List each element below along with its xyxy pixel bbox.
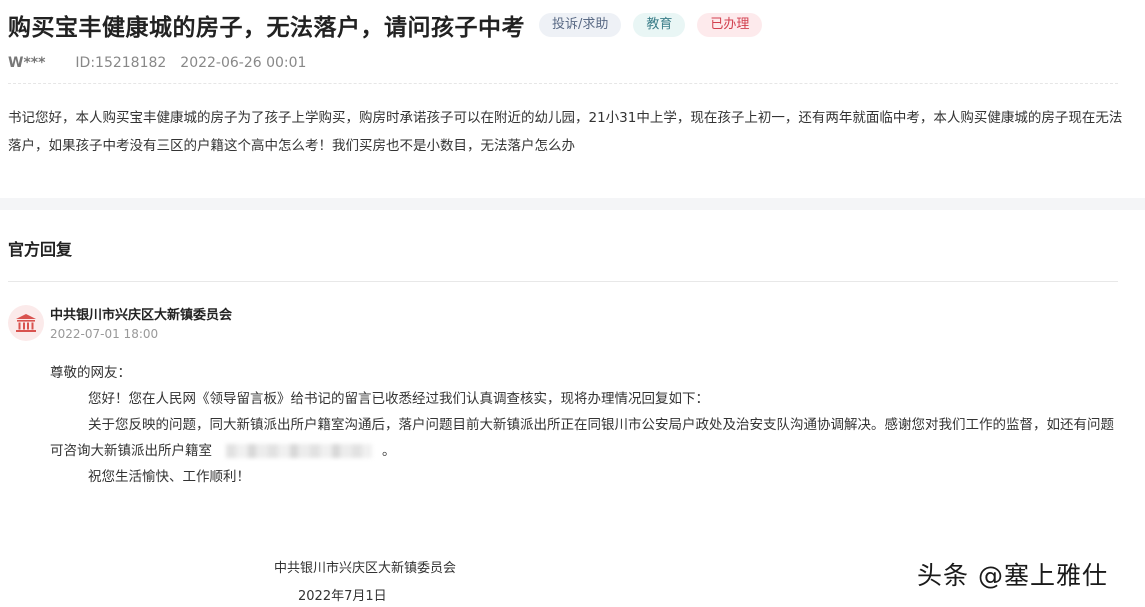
- signature-date: 2022年7月1日: [298, 589, 387, 604]
- section-separator: [0, 198, 1145, 210]
- government-building-icon: [16, 314, 36, 332]
- post-user: W***: [8, 55, 46, 71]
- org-avatar: [8, 305, 44, 341]
- divider: [8, 83, 1118, 84]
- reply-closing: 祝您生活愉快、工作顺利！: [88, 469, 250, 485]
- watermark: 头条 @塞上雅仕: [917, 561, 1108, 590]
- reply-org-name: 中共银川市兴庆区大新镇委员会: [50, 308, 233, 323]
- post-meta: W*** ID:15218182 2022-06-26 00:01: [8, 55, 306, 71]
- post-content: 书记您好，本人购买宝丰健康城的房子为了孩子上学购买，购房时承诺孩子可以在附近的幼…: [8, 110, 1123, 154]
- signature-org: 中共银川市兴庆区大新镇委员会: [274, 561, 457, 576]
- title-row: 购买宝丰健康城的房子，无法落户，请问孩子中考 投诉/求助 教育 已办理: [8, 8, 763, 42]
- reply-body: 尊敬的网友： 您好！您在人民网《领导留言板》给书记的留言已收悉经过我们认真调查核…: [50, 360, 1122, 490]
- divider: [8, 281, 1118, 282]
- post-date: 2022-06-26 00:01: [180, 55, 307, 71]
- post-id: ID:15218182: [75, 55, 167, 71]
- redacted-phone: [226, 444, 372, 458]
- category-tag[interactable]: 教育: [633, 13, 686, 37]
- post-title: 购买宝丰健康城的房子，无法落户，请问孩子中考: [8, 15, 525, 41]
- reply-date: 2022-07-01 18:00: [50, 327, 159, 341]
- reply-greeting: 尊敬的网友：: [50, 365, 131, 381]
- status-badge: 已办理: [697, 13, 763, 37]
- reply-paragraph: 关于您反映的问题，同大新镇派出所户籍室沟通后，落户问题目前大新镇派出所正在同银川…: [50, 417, 1114, 459]
- type-tag[interactable]: 投诉/求助: [539, 13, 622, 37]
- reply-section-title: 官方回复: [8, 240, 73, 259]
- reply-paragraph: 您好！您在人民网《领导留言板》给书记的留言已收悉经过我们认真调查核实，现将办理情…: [88, 391, 709, 407]
- reply-paragraph-text: 关于您反映的问题，同大新镇派出所户籍室沟通后，落户问题目前大新镇派出所正在同银川…: [50, 417, 1114, 459]
